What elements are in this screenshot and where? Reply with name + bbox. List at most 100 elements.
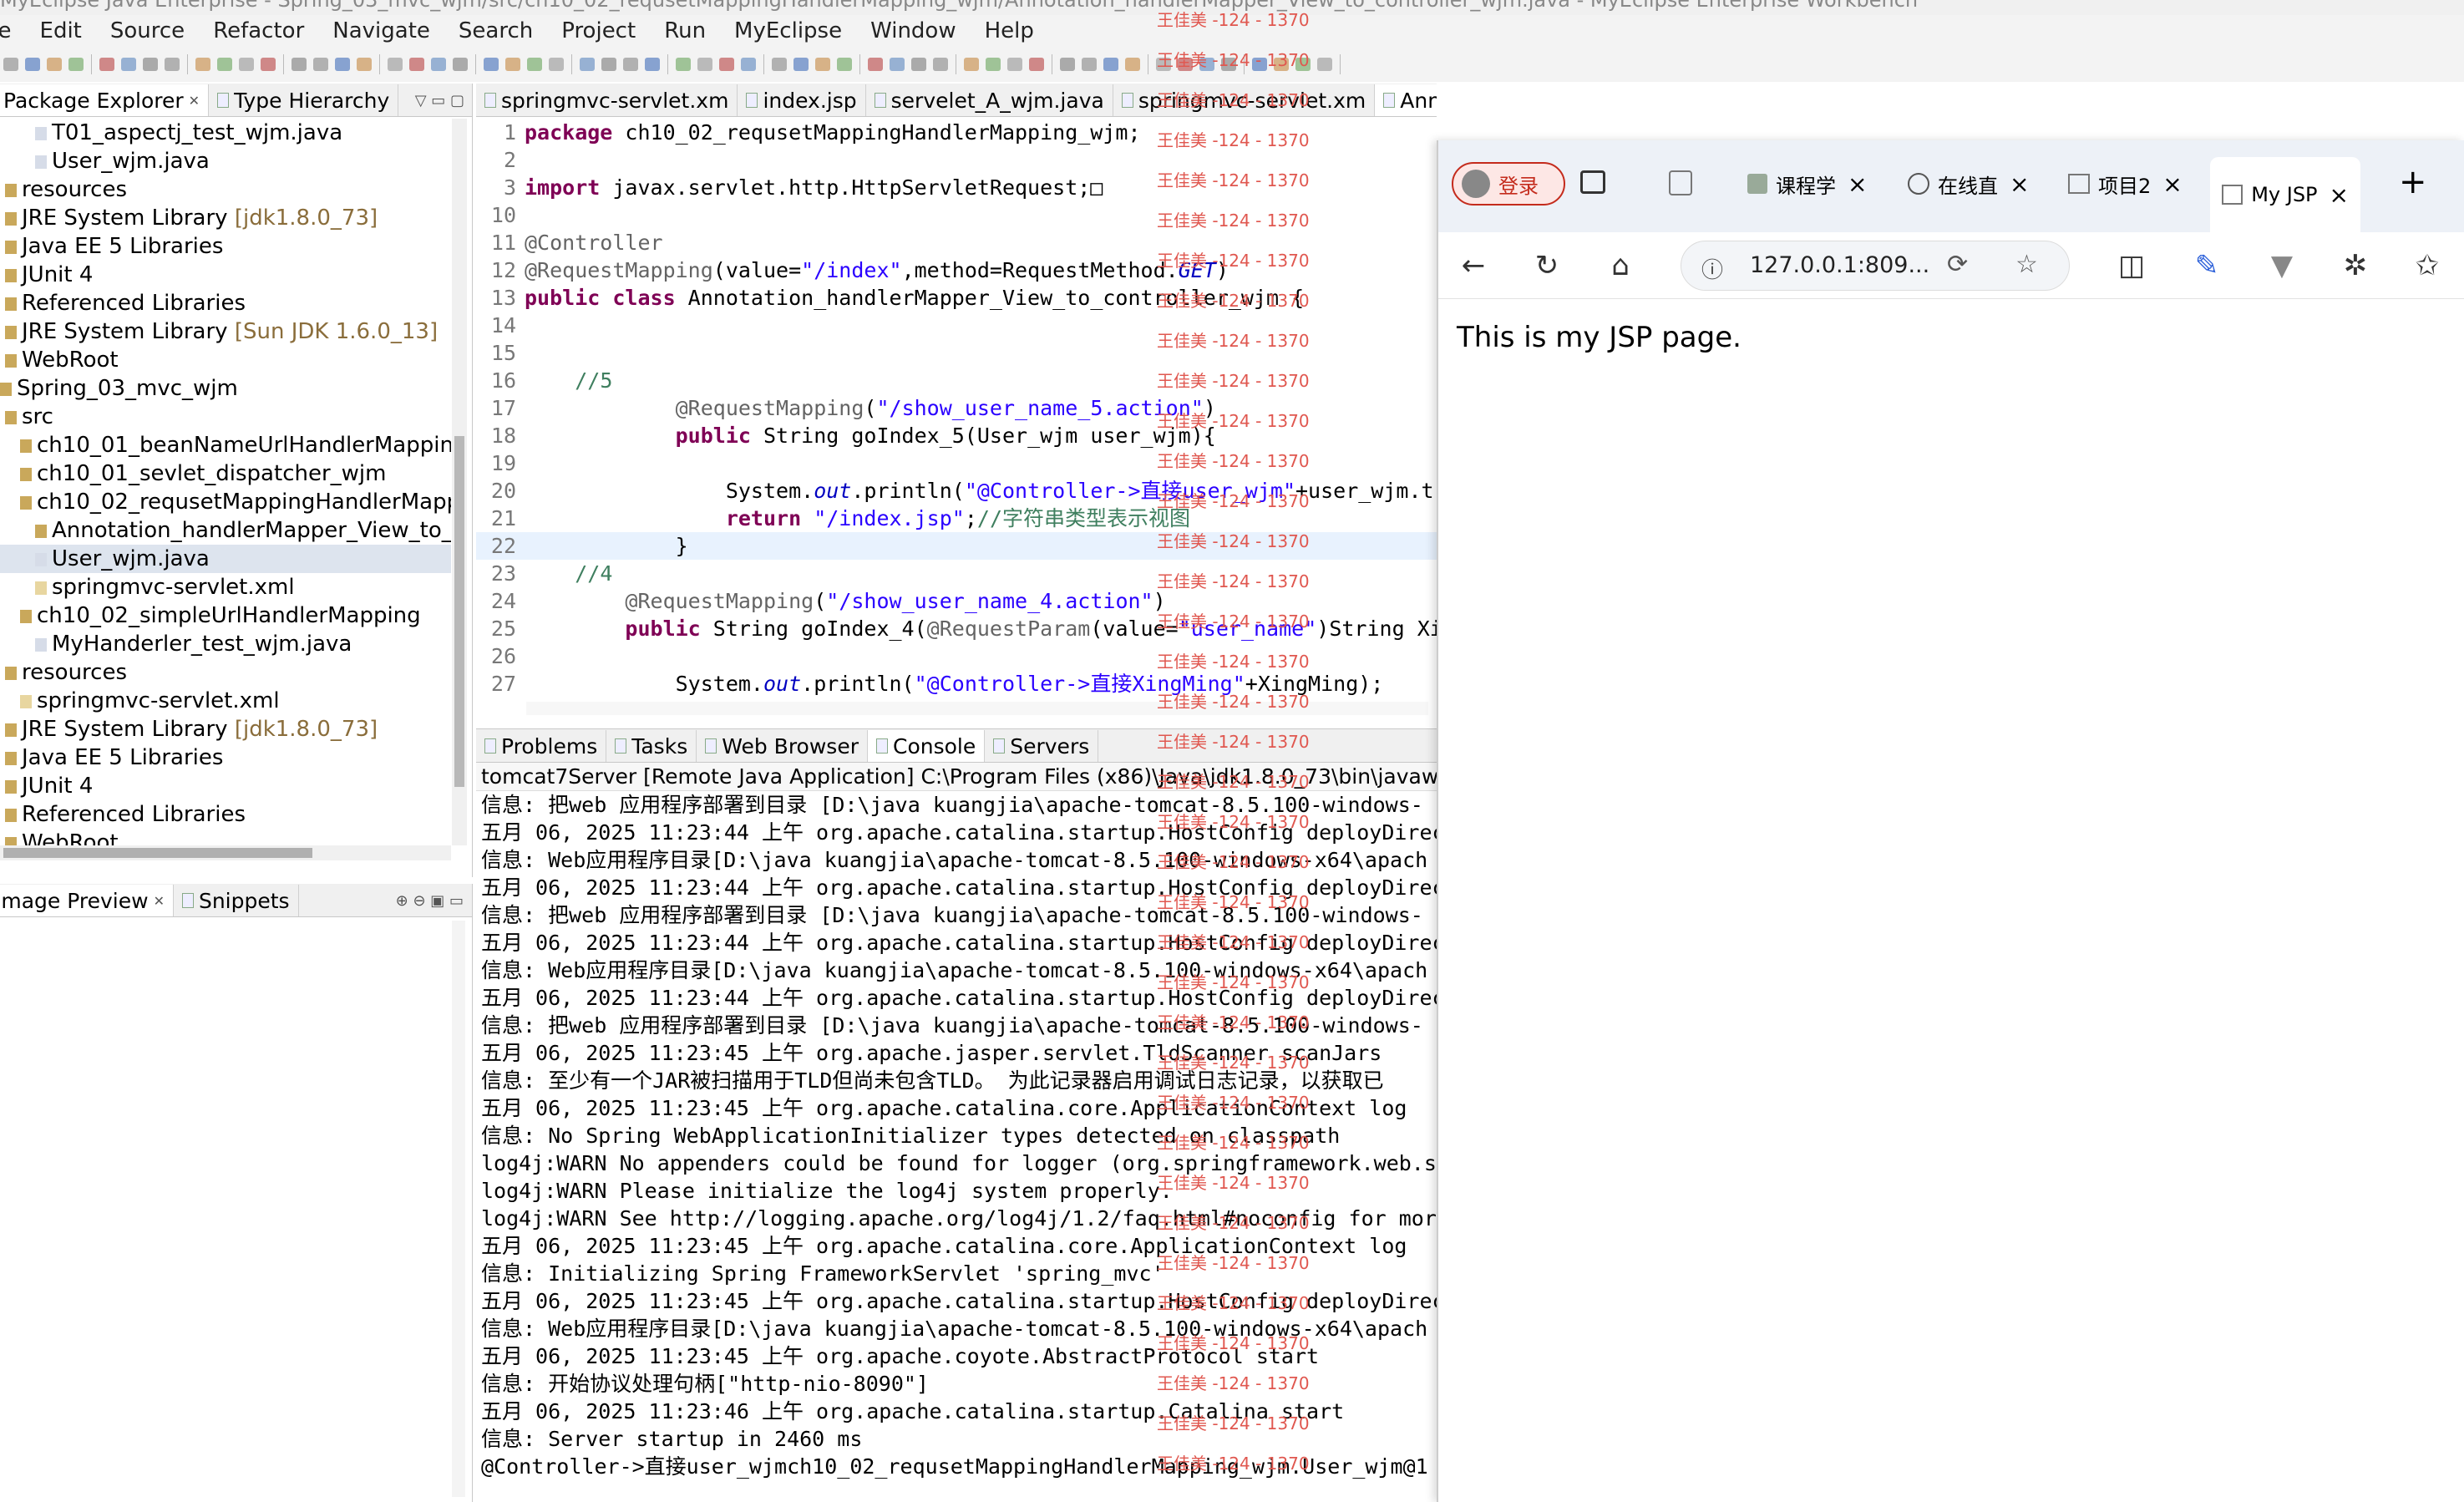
toolbar-button-icon[interactable]	[527, 58, 542, 71]
menu-navigate[interactable]: Navigate	[332, 18, 430, 43]
editor-horizontal-scrollbar[interactable]	[526, 702, 1428, 715]
toolbar-button-icon[interactable]	[431, 58, 446, 71]
address-bar[interactable]: ⓘ 127.0.0.1:809... ⟳ ☆	[1681, 241, 2070, 291]
close-icon[interactable]: ×	[2010, 170, 2029, 198]
toolbar-button-icon[interactable]	[505, 58, 520, 71]
toolbar-button-icon[interactable]	[793, 58, 809, 71]
toolbar-button-icon[interactable]	[195, 58, 210, 71]
toolbar-button-icon[interactable]	[453, 58, 468, 71]
preview-scrollbar[interactable]	[452, 921, 465, 1497]
menu-window[interactable]: Window	[870, 18, 956, 43]
code-line[interactable]: 2	[476, 146, 1437, 174]
console-tab[interactable]: Servers	[985, 730, 1099, 762]
code-line[interactable]: 12 @RequestMapping(value="/index",method=…	[476, 256, 1437, 284]
toolbar-button-icon[interactable]	[1029, 58, 1044, 71]
tab-type-hierarchy[interactable]: Type Hierarchy	[209, 84, 399, 116]
toolbar-button-icon[interactable]	[409, 58, 424, 71]
tab-actions-icon[interactable]	[1580, 170, 1605, 194]
close-icon[interactable]: ✕	[154, 893, 165, 909]
tree-node[interactable]: ch10_02_requsetMappingHandlerMapping	[0, 488, 451, 516]
tree-node[interactable]: Java EE 5 Libraries	[0, 232, 451, 261]
toolbar-button-icon[interactable]	[1082, 58, 1097, 71]
tree-node[interactable]: resources	[0, 175, 451, 204]
toolbar-button-icon[interactable]	[676, 58, 691, 71]
toolbar-button-icon[interactable]	[623, 58, 638, 71]
code-line[interactable]: 10	[476, 201, 1437, 229]
menu-source[interactable]: Source	[110, 18, 185, 43]
toolbar-button-icon[interactable]	[549, 58, 564, 71]
toolbar-button-icon[interactable]	[868, 58, 883, 71]
menu-run[interactable]: Run	[664, 18, 706, 43]
toolbar-button-icon[interactable]	[335, 58, 350, 71]
toolbar-button-icon[interactable]	[261, 58, 276, 71]
toolbar-button-icon[interactable]	[1103, 58, 1118, 71]
code-line[interactable]: 21 return "/index.jsp";//字符串类型表示视图	[476, 505, 1437, 532]
browser-tab-3[interactable]: 项目2 ×	[2056, 160, 2207, 207]
tree-vertical-scrollbar[interactable]	[452, 119, 467, 845]
reload-icon[interactable]: ↻	[1527, 246, 1567, 286]
tree-node[interactable]: ch10_01_beanNameUrlHandlerMapping	[0, 431, 451, 459]
toolbar-button-icon[interactable]	[719, 58, 734, 71]
code-line[interactable]: 19	[476, 449, 1437, 477]
tree-node[interactable]: T01_aspectj_test_wjm.java	[0, 119, 451, 147]
tree-node[interactable]: Spring_03_mvc_wjm	[0, 374, 451, 403]
tree-node[interactable]: Referenced Libraries	[0, 289, 451, 317]
toolbar-button-icon[interactable]	[1199, 58, 1214, 71]
menu-myeclipse[interactable]: MyEclipse	[734, 18, 842, 43]
favorites-icon[interactable]: ✩	[2407, 246, 2447, 286]
tree-node[interactable]: resources	[0, 658, 451, 687]
toolbar-button-icon[interactable]	[47, 58, 62, 71]
tree-node[interactable]: MyHanderler_test_wjm.java	[0, 630, 451, 658]
toolbar-button-icon[interactable]	[1178, 58, 1193, 71]
editor-tab[interactable]: Annotation_handlerMa	[1375, 84, 1437, 116]
favorite-star-icon[interactable]: ☆	[2015, 250, 2038, 279]
tree-node[interactable]: springmvc-servlet.xml	[0, 687, 451, 715]
extensions-icon[interactable]: ✲	[2335, 246, 2375, 286]
profile-login-button[interactable]: 登录	[1452, 162, 1565, 206]
close-icon[interactable]: ✕	[189, 93, 200, 109]
tree-node[interactable]: User_wjm.java	[0, 545, 451, 573]
console-tab[interactable]: Web Browser	[697, 730, 868, 762]
toolbar-button-icon[interactable]	[697, 58, 712, 71]
tab-image-preview[interactable]: Image Preview ✕	[0, 885, 174, 916]
menu-help[interactable]: Help	[985, 18, 1034, 43]
toolbar-button-icon[interactable]	[165, 58, 180, 71]
code-line[interactable]: 27 System.out.println("@Controller->直接Xi…	[476, 670, 1437, 698]
tree-node[interactable]: ch10_01_sevlet_dispatcher_wjm	[0, 459, 451, 488]
toolbar-button-icon[interactable]	[911, 58, 926, 71]
code-line[interactable]: 1 package ch10_02_requsetMappingHandlerMa…	[476, 119, 1437, 146]
toolbar-button-icon[interactable]	[121, 58, 136, 71]
code-line[interactable]: 11 @Controller	[476, 229, 1437, 256]
toolbar-button-icon[interactable]	[1274, 58, 1289, 71]
toolbar-button-icon[interactable]	[1156, 58, 1171, 71]
menu-search[interactable]: Search	[459, 18, 533, 43]
extension-pen-icon[interactable]: ✎	[2187, 246, 2227, 286]
menu-edit[interactable]: Edit	[40, 18, 82, 43]
tree-node[interactable]: JRE System Library [jdk1.8.0_73]	[0, 204, 451, 232]
toolbar-button-icon[interactable]	[645, 58, 660, 71]
tree-node[interactable]: User_wjm.java	[0, 147, 451, 175]
toolbar-button-icon[interactable]	[25, 58, 40, 71]
preview-toolbar-icons[interactable]: ⊕ ⊖ ▣ ▭	[396, 892, 464, 910]
code-line[interactable]: 24 @RequestMapping("/show_user_name_4.ac…	[476, 587, 1437, 615]
toolbar-button-icon[interactable]	[217, 58, 232, 71]
tree-node[interactable]: JUnit 4	[0, 261, 451, 289]
tree-node[interactable]: JRE System Library [Sun JDK 1.6.0_13]	[0, 317, 451, 346]
browser-tab-1[interactable]: 课程学 ×	[1736, 160, 1886, 207]
toolbar-button-icon[interactable]	[933, 58, 948, 71]
code-line[interactable]: 15	[476, 339, 1437, 367]
toolbar-button-icon[interactable]	[313, 58, 328, 71]
toolbar-button-icon[interactable]	[357, 58, 372, 71]
code-line[interactable]: 16 //5	[476, 367, 1437, 394]
view-menu-icon[interactable]: ▽ ▭ ▢	[415, 92, 464, 109]
shield-icon[interactable]: ▼	[2262, 246, 2302, 286]
toolbar-button-icon[interactable]	[964, 58, 979, 71]
toolbar-button-icon[interactable]	[1007, 58, 1022, 71]
tree-node[interactable]: springmvc-servlet.xml	[0, 573, 451, 601]
toolbar-button-icon[interactable]	[388, 58, 403, 71]
read-aloud-icon[interactable]: ⟳	[1947, 250, 1968, 279]
tab-package-explorer[interactable]: Package Explorer ✕	[0, 84, 210, 116]
toolbar-button-icon[interactable]	[1317, 58, 1332, 71]
console-tab[interactable]: Console	[867, 730, 986, 762]
toolbar-button-icon[interactable]	[772, 58, 787, 71]
